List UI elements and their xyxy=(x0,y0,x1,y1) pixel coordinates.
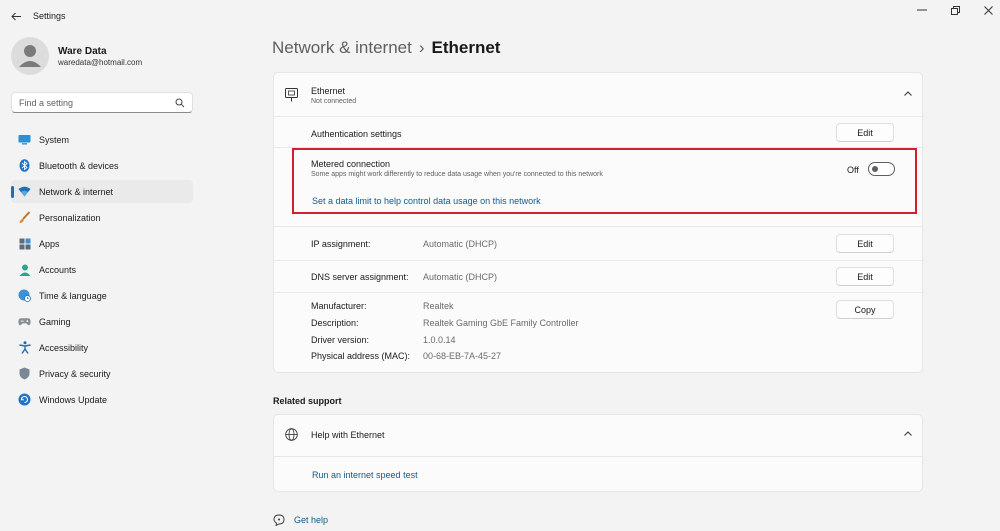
brush-icon xyxy=(18,211,31,224)
ethernet-icon xyxy=(285,88,298,107)
mac-address-value: 00-68-EB-7A-45-27 xyxy=(423,351,502,361)
search-box[interactable] xyxy=(11,92,193,113)
apps-icon xyxy=(18,237,31,250)
sidebar-item-accounts[interactable]: Accounts xyxy=(11,258,193,281)
restore-button[interactable] xyxy=(947,4,963,16)
divider xyxy=(274,226,922,227)
sidebar-item-time-language[interactable]: Time & language xyxy=(11,284,193,307)
sidebar-item-gaming[interactable]: Gaming xyxy=(11,310,193,333)
sidebar-item-label: Bluetooth & devices xyxy=(39,160,119,171)
sidebar-item-label: Apps xyxy=(39,238,60,249)
divider xyxy=(274,292,922,293)
chevron-up-icon[interactable] xyxy=(903,89,913,99)
user-name: Ware Data xyxy=(58,46,107,57)
ethernet-title: Ethernet xyxy=(311,86,346,96)
ethernet-card xyxy=(273,72,923,373)
shield-icon xyxy=(18,367,31,380)
update-icon xyxy=(18,393,31,406)
driver-version-label: Driver version: xyxy=(311,335,370,345)
sidebar-item-label: Personalization xyxy=(39,212,101,223)
sidebar-item-apps[interactable]: Apps xyxy=(11,232,193,255)
ip-edit-button[interactable]: Edit xyxy=(836,234,894,253)
get-help-link[interactable]: Get help xyxy=(294,515,328,525)
breadcrumb: Network & internet › Ethernet xyxy=(272,38,500,58)
authentication-settings-label: Authentication settings xyxy=(311,129,402,139)
title-bar: Settings xyxy=(0,0,1000,32)
help-with-ethernet-label[interactable]: Help with Ethernet xyxy=(311,430,385,440)
person-avatar-icon xyxy=(19,45,41,67)
mac-address-label: Physical address (MAC): xyxy=(311,351,411,361)
sidebar-item-label: Windows Update xyxy=(39,394,108,405)
sidebar-item-network[interactable]: Network & internet xyxy=(11,180,193,203)
copy-button[interactable]: Copy xyxy=(836,300,894,319)
sidebar-item-windows-update[interactable]: Windows Update xyxy=(11,388,193,411)
avatar[interactable] xyxy=(11,37,49,75)
accessibility-icon xyxy=(18,341,31,354)
breadcrumb-separator: › xyxy=(418,38,425,57)
gamepad-icon xyxy=(18,315,31,328)
close-button[interactable] xyxy=(980,4,996,16)
sidebar-item-label: System xyxy=(39,134,70,145)
globe-clock-icon xyxy=(18,289,31,302)
sidebar-item-label: Privacy & security xyxy=(39,368,111,379)
driver-version-value: 1.0.0.14 xyxy=(423,335,456,345)
description-label: Description: xyxy=(311,318,359,328)
sidebar-item-label: Accessibility xyxy=(39,342,89,353)
highlight-box xyxy=(292,148,917,214)
user-email: waredata@hotmail.com xyxy=(58,58,143,67)
dns-assignment-value: Automatic (DHCP) xyxy=(423,272,498,282)
sidebar-item-personalization[interactable]: Personalization xyxy=(11,206,193,229)
app-title: Settings xyxy=(33,11,66,21)
description-value: Realtek Gaming GbE Family Controller xyxy=(423,318,579,328)
manufacturer-label: Manufacturer: xyxy=(311,301,367,311)
get-help-icon[interactable] xyxy=(273,513,285,531)
search-icon[interactable] xyxy=(175,98,185,108)
ip-assignment-label: IP assignment: xyxy=(311,239,371,249)
divider xyxy=(274,116,922,117)
globe-icon xyxy=(285,428,298,446)
wifi-icon xyxy=(18,185,31,198)
sidebar-item-label: Accounts xyxy=(39,264,77,275)
related-support-title: Related support xyxy=(273,396,342,406)
monitor-icon xyxy=(18,133,31,146)
sidebar-item-system[interactable]: System xyxy=(11,128,193,151)
sidebar-item-label: Time & language xyxy=(39,290,107,301)
back-arrow-icon[interactable] xyxy=(9,9,23,23)
sidebar-item-privacy[interactable]: Privacy & security xyxy=(11,362,193,385)
sidebar-item-bluetooth[interactable]: Bluetooth & devices xyxy=(11,154,193,177)
search-input[interactable] xyxy=(12,93,172,113)
ip-assignment-value: Automatic (DHCP) xyxy=(423,239,498,249)
breadcrumb-parent[interactable]: Network & internet xyxy=(272,38,412,57)
sidebar-item-accessibility[interactable]: Accessibility xyxy=(11,336,193,359)
speed-test-link[interactable]: Run an internet speed test xyxy=(312,470,418,480)
related-support-card xyxy=(273,414,923,492)
manufacturer-value: Realtek xyxy=(423,301,454,311)
bluetooth-icon xyxy=(18,159,31,172)
minimize-button[interactable] xyxy=(914,4,930,16)
ethernet-status: Not connected xyxy=(311,98,357,105)
page-title: Ethernet xyxy=(431,38,501,57)
person-icon xyxy=(18,263,31,276)
dns-assignment-label: DNS server assignment: xyxy=(311,272,409,282)
divider xyxy=(274,456,922,457)
sidebar-item-label: Gaming xyxy=(39,316,71,327)
dns-edit-button[interactable]: Edit xyxy=(836,267,894,286)
sidebar-nav: System Bluetooth & devices Network & int… xyxy=(11,128,193,414)
auth-edit-button[interactable]: Edit xyxy=(836,123,894,142)
divider xyxy=(274,260,922,261)
sidebar-item-label: Network & internet xyxy=(39,186,114,197)
chevron-up-icon[interactable] xyxy=(903,429,913,439)
